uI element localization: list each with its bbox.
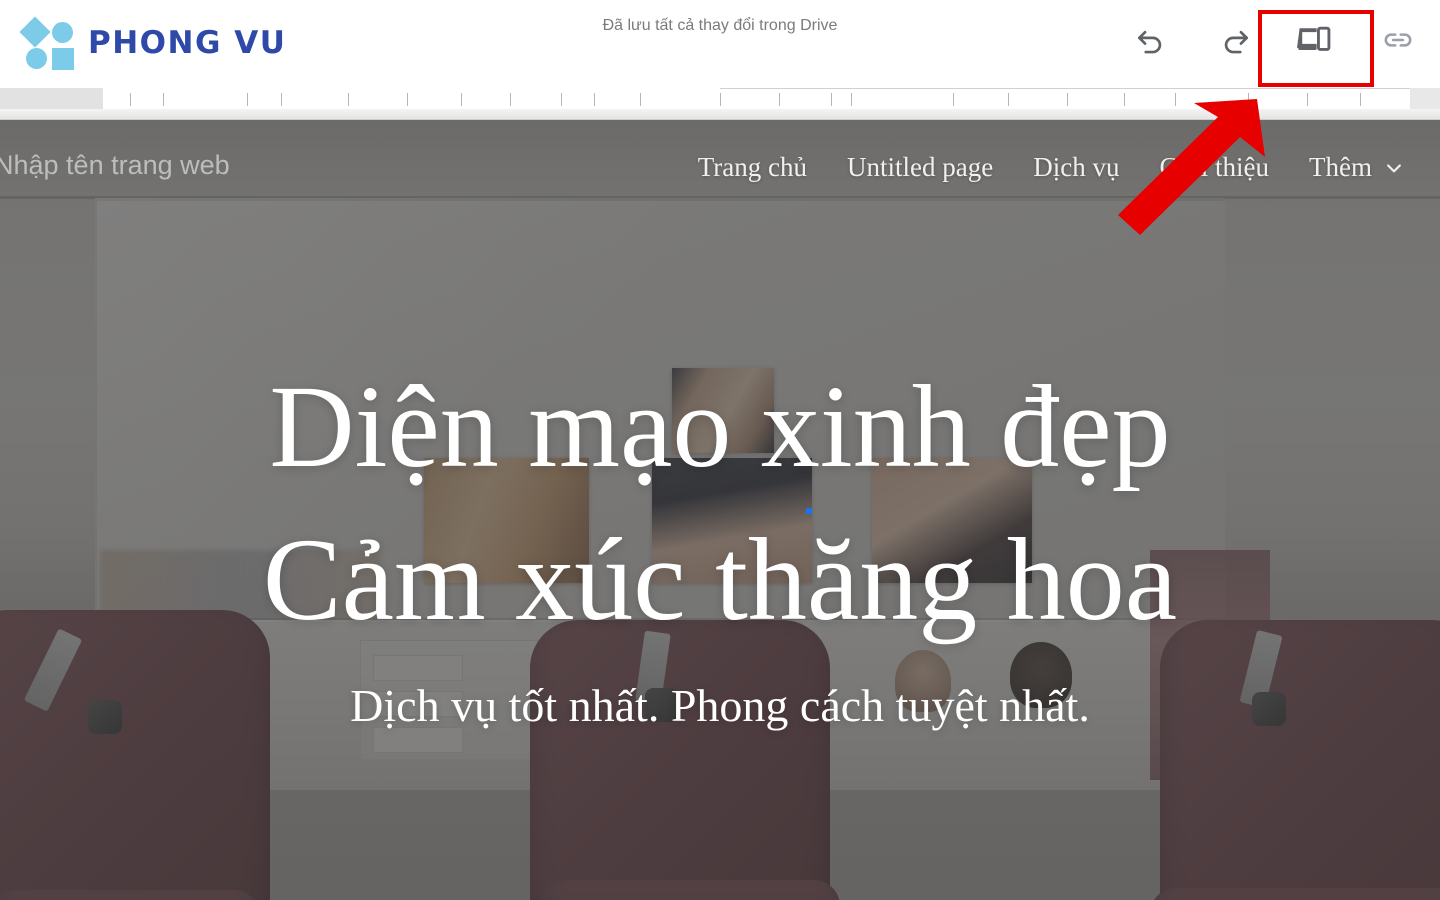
site-nav-links: Trang chủ Untitled page Dịch vụ Giới thi… [678, 148, 1422, 187]
ruler-base [0, 109, 1440, 120]
undo-arrow-icon [1133, 23, 1167, 57]
preview-button[interactable] [1286, 12, 1342, 68]
ruler-tick [461, 93, 462, 106]
logo-square-bottom-right [52, 48, 74, 70]
ruler-tick [561, 93, 562, 106]
nav-item-more[interactable]: Thêm [1289, 148, 1422, 187]
toolbar-actions [1122, 10, 1426, 70]
ruler-tick [130, 93, 131, 106]
ruler-tick [1360, 93, 1361, 106]
brand-name: PHONG VU [88, 25, 287, 61]
nav-item-gioi-thieu[interactable]: Giới thiệu [1139, 148, 1289, 187]
ruler-page-area [103, 88, 1410, 109]
preview-devices-icon [1297, 25, 1331, 55]
ruler-tick [640, 93, 641, 106]
ruler-tick [1307, 93, 1308, 106]
logo-circle-bottom-left [26, 48, 47, 69]
ruler-tick [407, 93, 408, 106]
ruler-track [0, 88, 1440, 109]
site-title-input[interactable]: Nhập tên trang web [0, 150, 230, 181]
redo-button[interactable] [1208, 12, 1264, 68]
text-cursor-marker [806, 508, 812, 514]
editor-toolbar: PHONG VU Đã lưu tất cả thay đổi trong Dr… [0, 0, 1440, 88]
ruler-tick [247, 93, 248, 106]
brand-logo[interactable]: PHONG VU [19, 14, 287, 72]
hero-background-photo [0, 120, 1440, 900]
site-navigation-bar: Nhập tên trang web Trang chủ Untitled pa… [0, 120, 1440, 220]
ruler-tick [1175, 93, 1176, 106]
nav-item-dich-vu[interactable]: Dịch vụ [1013, 148, 1139, 187]
link-icon [1381, 23, 1415, 57]
ruler-tick [163, 93, 164, 106]
ruler-tick [510, 93, 511, 106]
ruler-tick [348, 93, 349, 106]
logo-diamond-shape [19, 16, 51, 48]
ruler-left-margin [0, 88, 103, 109]
ruler-tick [1067, 93, 1068, 106]
phong-vu-logo-mark [19, 16, 74, 70]
ruler-tick [831, 93, 832, 106]
nav-more-label: Thêm [1309, 152, 1372, 182]
ruler-tick [953, 93, 954, 106]
ruler-top-guide [720, 88, 1410, 89]
ruler-tick [1248, 93, 1249, 106]
ruler-tick [779, 93, 780, 106]
ruler-tick [594, 93, 595, 106]
nav-item-trang-chu[interactable]: Trang chủ [678, 148, 827, 187]
ruler-tick [281, 93, 282, 106]
ruler-tick [851, 93, 852, 106]
hero-dark-overlay [0, 120, 1440, 900]
ruler-tick [720, 93, 721, 106]
undo-button[interactable] [1122, 12, 1178, 68]
save-status-text: Đã lưu tất cả thay đổi trong Drive [602, 17, 838, 34]
redo-arrow-icon [1219, 23, 1253, 57]
chevron-down-icon [1384, 158, 1404, 178]
editor-ruler[interactable] [0, 88, 1440, 120]
copy-link-button[interactable] [1370, 12, 1426, 68]
google-sites-editor: PHONG VU Đã lưu tất cả thay đổi trong Dr… [0, 0, 1440, 900]
logo-circle-top-right [52, 22, 73, 43]
site-canvas[interactable]: Nhập tên trang web Trang chủ Untitled pa… [0, 120, 1440, 900]
ruler-tick [1124, 93, 1125, 106]
nav-item-untitled-page[interactable]: Untitled page [827, 148, 1013, 187]
ruler-tick [1008, 93, 1009, 106]
